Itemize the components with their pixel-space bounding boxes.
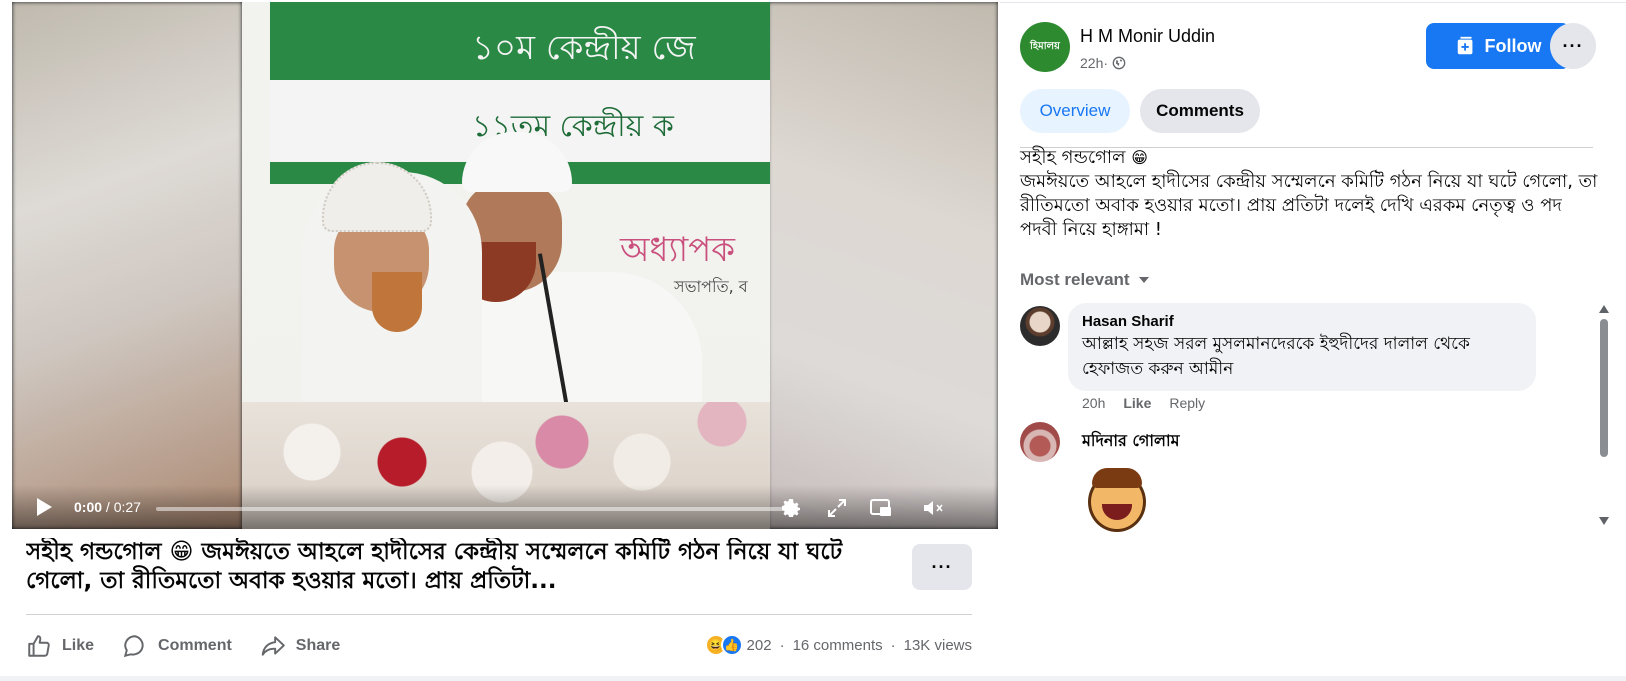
- more-options-button[interactable]: ···: [1550, 23, 1596, 69]
- follow-page-icon: [1457, 36, 1472, 55]
- person-left-beard: [372, 272, 422, 332]
- video-small-text: সভাপতি, ব: [674, 277, 748, 296]
- post-text: সহীহ গন্ডগোল 😁 জমঈয়তে আহলে হাদীসের কেন্…: [1020, 146, 1600, 242]
- comments-count[interactable]: 16 comments: [793, 637, 883, 654]
- globe-icon: [1112, 56, 1126, 70]
- follow-button[interactable]: Follow: [1426, 23, 1570, 69]
- post-body: জমঈয়তে আহলে হাদীসের কেন্দ্রীয় সম্মেলনে…: [1020, 171, 1598, 240]
- comment-sort-dropdown[interactable]: Most relevant: [1020, 270, 1150, 290]
- sort-label: Most relevant: [1020, 270, 1130, 289]
- comment-author[interactable]: Hasan Sharif: [1082, 313, 1522, 330]
- comment-like-button[interactable]: Like: [1123, 395, 1151, 411]
- like-reaction-icon: 👍: [720, 634, 743, 656]
- scroll-down-icon[interactable]: [1598, 515, 1610, 527]
- comments-scrollbar[interactable]: [1598, 303, 1610, 531]
- video-player[interactable]: ১০ম কেন্দ্রীয় জে ১১তম কেন্দ্রীয় ক অধ্য…: [12, 2, 998, 529]
- share-icon: [261, 636, 285, 656]
- fullscreen-icon[interactable]: [822, 493, 852, 523]
- stats-separator: ·: [890, 636, 896, 654]
- page-name[interactable]: H M Monir Uddin: [1080, 26, 1215, 47]
- like-icon: [28, 635, 50, 657]
- post-meta-separator: ·: [1103, 55, 1109, 71]
- mute-icon[interactable]: [918, 493, 948, 523]
- page: ১০ম কেন্দ্রীয় জে ১১তম কেন্দ্রীয় ক অধ্য…: [0, 0, 1626, 681]
- post-title-line: সহীহ গন্ডগোল 😁: [1020, 146, 1600, 170]
- video-time-current: 0:00: [74, 499, 103, 515]
- comment-icon: [123, 635, 144, 658]
- comment-time[interactable]: 20h: [1082, 395, 1105, 411]
- post-actions: Like Comment Share: [26, 624, 368, 668]
- sticker-hair: [1092, 468, 1142, 488]
- video-blur-right: [768, 2, 998, 529]
- video-frame[interactable]: ১০ম কেন্দ্রীয় জে ১১তম কেন্দ্রীয় ক অধ্য…: [242, 2, 770, 529]
- divider: [26, 614, 972, 615]
- comment-label: Comment: [158, 637, 232, 654]
- avatar[interactable]: [1020, 422, 1060, 462]
- settings-icon[interactable]: [776, 493, 806, 523]
- avatar[interactable]: [1020, 306, 1060, 346]
- views-count: 13K views: [903, 636, 972, 654]
- comment-author[interactable]: মদিনার গোলাম: [1082, 428, 1180, 455]
- picture-in-picture-icon[interactable]: [866, 493, 896, 523]
- comment-bubble: Hasan Sharif আল্লাহ সহজ সরল মুসলমানদেরকে…: [1068, 303, 1536, 391]
- scroll-up-icon[interactable]: [1598, 303, 1610, 315]
- video-controls: 0:00 / 0:27: [12, 485, 998, 529]
- video-time-separator: /: [102, 499, 114, 515]
- video-time: 0:00 / 0:27: [74, 499, 141, 515]
- video-pink-text: অধ্যাপক: [620, 230, 736, 270]
- grin-emoji-icon: 😁: [1131, 148, 1148, 167]
- reaction-count[interactable]: 202: [747, 637, 772, 654]
- like-button[interactable]: Like: [26, 633, 94, 659]
- video-blur-left: [12, 2, 242, 529]
- post-meta: 22h ·: [1080, 55, 1126, 71]
- video-caption: সহীহ গন্ডগোল 😁 জমঈয়তে আহলে হাদীসের কেন্…: [26, 539, 843, 594]
- tab-comments[interactable]: Comments: [1140, 89, 1260, 133]
- video-banner-top-text: ১০ম কেন্দ্রীয় জে: [472, 28, 696, 68]
- video-time-total: 0:27: [113, 499, 141, 515]
- comment-actions: 20h Like Reply: [1082, 395, 1223, 411]
- post-stats: 😆 👍 202 · 16 comments · 13K views: [704, 634, 972, 656]
- share-button[interactable]: Share: [260, 633, 340, 659]
- chevron-down-icon: [1138, 277, 1149, 283]
- play-icon[interactable]: [30, 493, 58, 521]
- like-label: Like: [62, 637, 95, 654]
- scroll-thumb[interactable]: [1600, 319, 1608, 457]
- follow-label: Follow: [1484, 35, 1542, 56]
- video-progress-bar[interactable]: [156, 507, 786, 511]
- comment-reply-button[interactable]: Reply: [1169, 395, 1205, 411]
- caption-more-button[interactable]: ···: [912, 544, 972, 590]
- bottom-edge: [0, 676, 1626, 681]
- laughing-sticker-icon: [1082, 468, 1154, 532]
- page-avatar[interactable]: হিমালয়: [1020, 22, 1070, 72]
- tab-overview[interactable]: Overview: [1020, 89, 1130, 133]
- reaction-icons[interactable]: 😆 👍: [704, 634, 743, 656]
- comment-button[interactable]: Comment: [122, 633, 232, 659]
- post-time[interactable]: 22h: [1080, 55, 1103, 71]
- stats-separator: ·: [779, 636, 785, 654]
- post-title: সহীহ গন্ডগোল: [1020, 147, 1126, 168]
- comment-body: আল্লাহ সহজ সরল মুসলমানদেরকে ইহুদীদের দাল…: [1082, 334, 1470, 379]
- share-label: Share: [295, 637, 341, 654]
- panel-border: [1000, 2, 1626, 3]
